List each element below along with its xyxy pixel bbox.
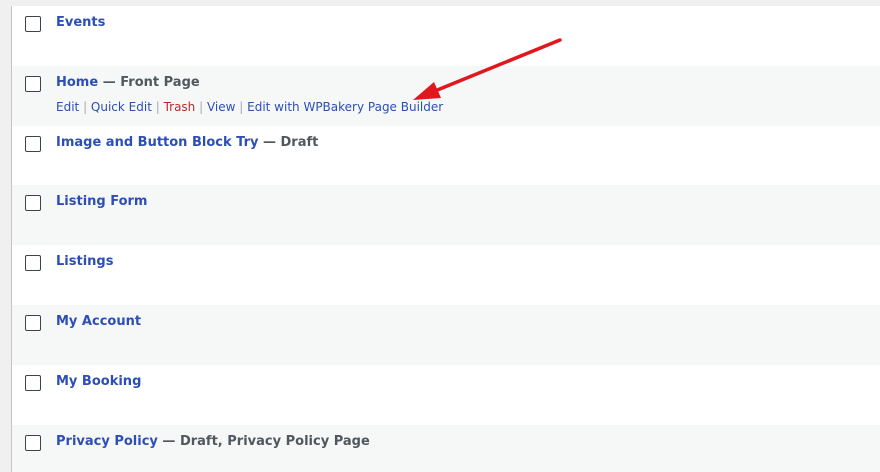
row-checkbox[interactable] (25, 255, 41, 271)
row-title-line: My Account (56, 313, 141, 331)
row-title-line: Image and Button Block Try — Draft (56, 134, 318, 152)
row-title-line: Listing Form (56, 193, 147, 211)
table-row: Image and Button Block Try — Draft (12, 126, 880, 185)
page-title-link[interactable]: Listings (56, 254, 113, 269)
action-separator: | (195, 100, 207, 114)
edit-link[interactable]: Edit (56, 100, 79, 114)
row-checkbox[interactable] (25, 315, 41, 331)
row-title-line: My Booking (56, 373, 141, 391)
table-row: Home — Front Page Edit | Quick Edit | Tr… (12, 66, 880, 126)
action-separator: | (235, 100, 248, 114)
table-row: My Account (12, 305, 880, 365)
row-checkbox[interactable] (25, 195, 41, 211)
row-title-line: Privacy Policy — Draft, Privacy Policy P… (56, 433, 370, 451)
row-checkbox[interactable] (25, 76, 41, 92)
table-row: Listings (12, 245, 880, 305)
row-title-line: Listings (56, 253, 113, 271)
trash-link[interactable]: Trash (164, 100, 196, 114)
action-separator: | (151, 100, 164, 114)
row-checkbox[interactable] (25, 435, 41, 451)
row-actions: Edit | Quick Edit | Trash | View | Edit … (56, 99, 443, 115)
post-state: — Draft, Privacy Policy Page (157, 434, 370, 449)
pages-list-table: Events Home — Front Page Edit | Quick Ed… (11, 6, 880, 472)
table-row: Privacy Policy — Draft, Privacy Policy P… (12, 425, 880, 472)
action-separator: | (79, 100, 91, 114)
page-title-link[interactable]: Listing Form (56, 194, 147, 209)
row-title-line: Home — Front Page (56, 74, 200, 92)
table-row: My Booking (12, 365, 880, 425)
row-checkbox[interactable] (25, 136, 41, 152)
edit-with-wpbakery-link[interactable]: Edit with WPBakery Page Builder (247, 100, 443, 114)
row-title-line: Events (56, 14, 105, 32)
page-title-link[interactable]: My Booking (56, 374, 141, 389)
quick-edit-link[interactable]: Quick Edit (91, 100, 152, 114)
page-title-link[interactable]: My Account (56, 314, 141, 329)
table-row: Listing Form (12, 185, 880, 245)
page-title-link[interactable]: Home (56, 75, 98, 90)
page-title-link[interactable]: Image and Button Block Try (56, 135, 258, 150)
view-link[interactable]: View (207, 100, 235, 114)
row-checkbox[interactable] (25, 375, 41, 391)
post-state: — Draft (258, 135, 319, 150)
row-checkbox[interactable] (25, 16, 41, 32)
table-row: Events (12, 6, 880, 66)
post-state: — Front Page (98, 75, 200, 90)
page-title-link[interactable]: Privacy Policy (56, 434, 158, 449)
page-title-link[interactable]: Events (56, 15, 105, 30)
